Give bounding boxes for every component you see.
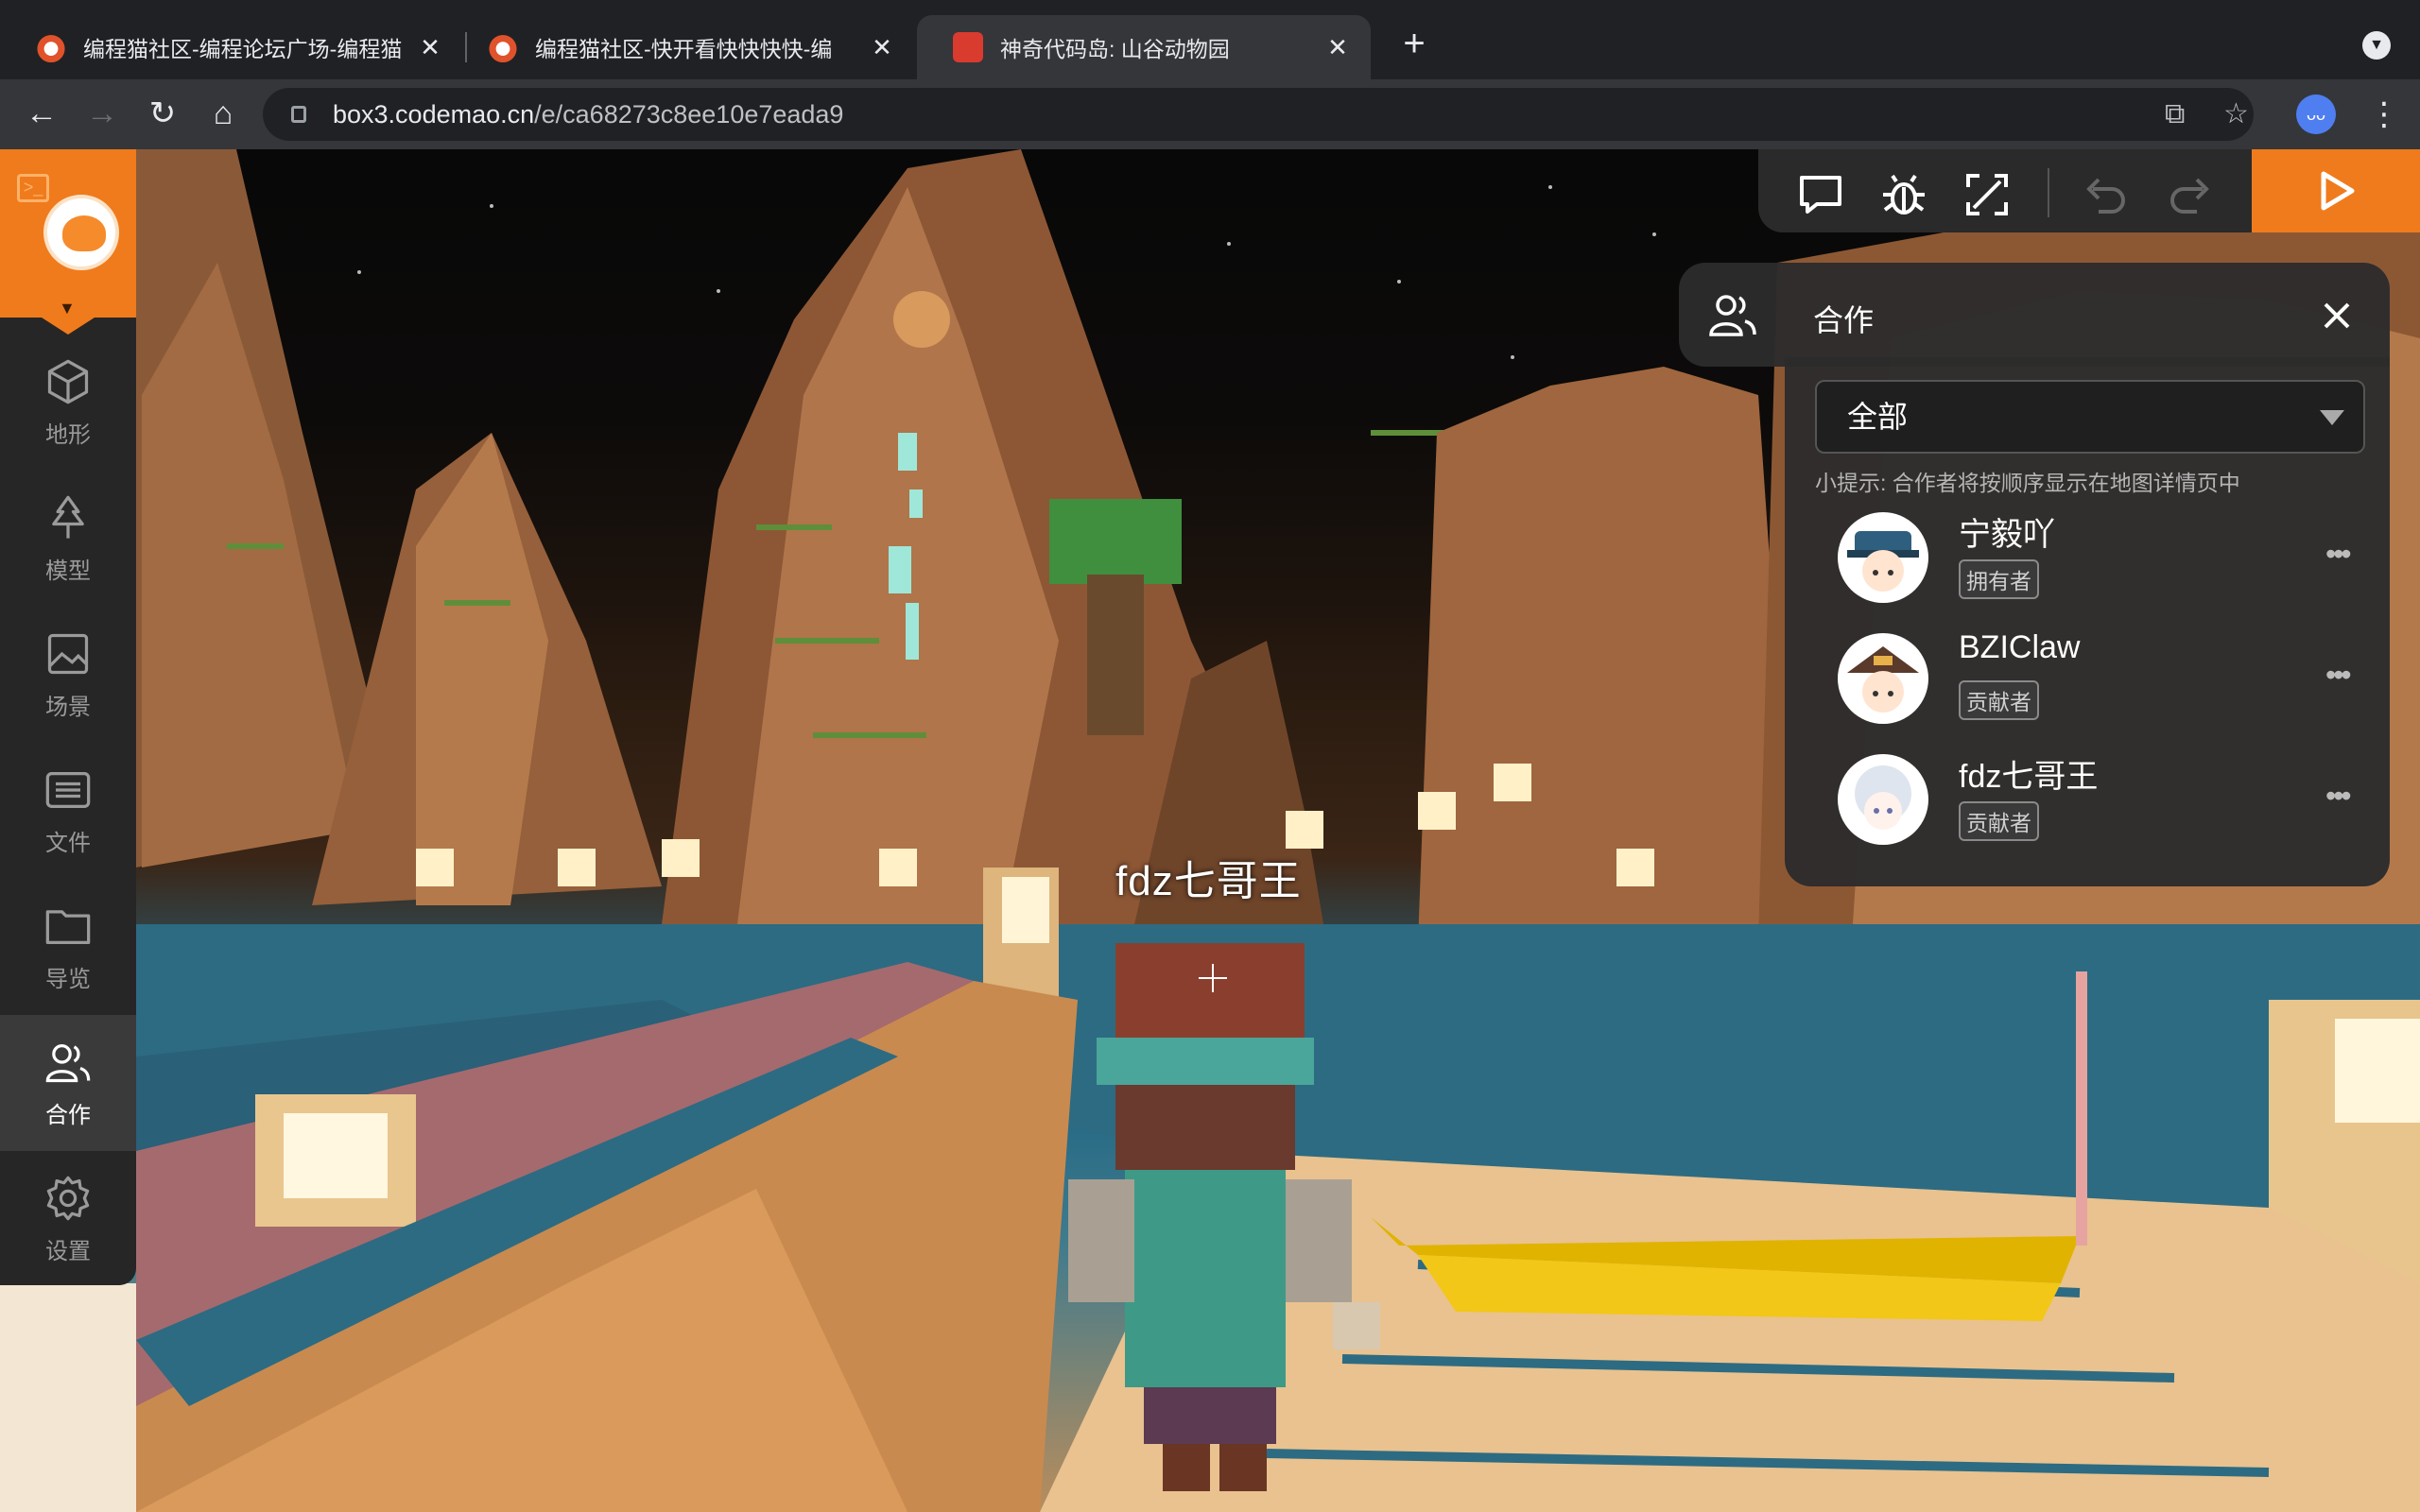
play-icon [2321,171,2355,211]
play-button[interactable] [2252,149,2420,232]
reload-icon[interactable]: ↻ [140,91,185,136]
more-options-icon[interactable]: ••• [2325,537,2352,572]
collaborator-role-badge: 贡献者 [1959,801,2039,841]
mountain-right [1418,367,1796,943]
player-nametag: fdz七哥王 [1115,858,1302,904]
collaborators-icon [45,1043,91,1082]
sidebar-item-scene[interactable]: 场景 [0,607,136,743]
toolbar-divider [2048,168,2049,217]
collaborator-item[interactable]: 宁毅吖 拥有者 ••• [1838,508,2367,612]
collaborator-name: 宁毅吖 [1959,517,2055,553]
browser-tab-2[interactable]: 编程猫社区-快开看快快快快-编 ✕ [452,15,915,79]
sidebar-item-terrain[interactable]: 地形 [0,335,136,471]
close-icon[interactable] [2318,297,2356,335]
close-tab-icon[interactable]: ✕ [868,33,896,62]
codemao-cat-icon [36,32,66,62]
left-sidebar: >_ ▼ 地形 模型 场景 文件 导览 合作 设置 [0,149,136,1285]
bookmark-star-icon[interactable]: ☆ [2223,98,2249,130]
fullscreen-icon[interactable] [1961,168,2014,221]
sidebar-item-models[interactable]: 模型 [0,471,136,607]
sidebar-item-files[interactable]: 文件 [0,743,136,879]
lock-icon [291,106,306,123]
collaborator-name: fdz七哥王 [1959,759,2099,795]
tree-house [1049,499,1182,584]
profile-avatar[interactable]: ᴗᴗ [2296,94,2336,134]
chat-icon[interactable] [1794,168,1847,221]
gear-icon [46,1176,90,1220]
image-icon [47,633,89,674]
collab-hint: 小提示: 合作者将按顺序显示在地图详情页中 [1815,471,2240,495]
forward-icon[interactable]: → [79,91,125,136]
more-options-icon[interactable]: ••• [2325,779,2352,814]
tree-icon [52,495,84,539]
browser-menu-icon[interactable]: ⋮ [2368,93,2400,136]
open-external-icon[interactable]: ⧉ [2165,98,2185,130]
collab-panel: 全部 小提示: 合作者将按顺序显示在地图详情页中 宁毅吖 拥有者 ••• BZI… [1785,357,2390,886]
new-tab-button[interactable]: + [1395,25,1433,62]
collaborator-role-badge: 拥有者 [1959,559,2039,599]
sidebar-item-label: 文件 [45,830,91,856]
browser-tab-1[interactable]: 编程猫社区-编程论坛广场-编程猫 ✕ [0,15,463,79]
caret-down-icon [2320,410,2344,425]
home-icon[interactable]: ⌂ [200,91,246,136]
crosshair [1199,964,1227,992]
sidebar-item-settings[interactable]: 设置 [0,1151,136,1287]
avatar [1838,512,1928,603]
collaborators-icon [1709,295,1756,336]
collab-panel-title: 合作 [1813,303,1875,337]
tab-title: 编程猫社区-编程论坛广场-编程猫 [83,37,403,61]
file-icon [45,771,91,808]
editor-toolbar [1758,149,2420,232]
close-tab-icon[interactable]: ✕ [416,33,444,62]
cube-icon [47,359,89,404]
avatar [1838,633,1928,724]
collaborator-item[interactable]: BZIClaw 贡献者 ••• [1838,629,2367,733]
tab-title: 编程猫社区-快开看快快快快-编 [535,37,833,61]
url-path: /e/ca68273c8ee10e7eada9 [534,99,844,129]
logo-area[interactable]: >_ ▼ [0,149,136,335]
sidebar-item-label: 导览 [45,966,91,992]
address-bar[interactable]: box3.codemao.cn/e/ca68273c8ee10e7eada9 [263,88,2254,141]
browser-tab-3-active[interactable]: 神奇代码岛: 山谷动物园 ✕ [917,15,1371,79]
bug-icon[interactable] [1877,168,1930,221]
sidebar-item-guide[interactable]: 导览 [0,879,136,1015]
browser-tab-bar: 编程猫社区-编程论坛广场-编程猫 ✕ 编程猫社区-快开看快快快快-编 ✕ 神奇代… [0,0,2420,79]
codemao-cat-icon [488,32,518,62]
close-tab-icon[interactable]: ✕ [1323,33,1352,62]
collaborator-role-badge: 贡献者 [1959,680,2039,720]
sidebar-item-collaboration[interactable]: 合作 [0,1015,136,1151]
collaborator-name: BZIClaw [1959,629,2081,665]
collaborator-filter-select[interactable]: 全部 [1815,380,2365,454]
tab-title: 神奇代码岛: 山谷动物园 [1000,37,1230,61]
back-icon[interactable]: ← [19,91,64,136]
filter-selected-value: 全部 [1847,400,1909,434]
collaborator-item[interactable]: fdz七哥王 贡献者 ••• [1838,750,2367,854]
sidebar-item-label: 设置 [45,1238,91,1264]
code-panel-icon[interactable]: >_ [17,174,49,202]
url-host: box3.codemao.cn [333,99,535,129]
redo-icon[interactable] [2163,168,2216,221]
sidebar-item-label: 模型 [45,558,91,584]
folder-icon [45,909,91,944]
box3-logo[interactable] [43,195,119,270]
more-options-icon[interactable]: ••• [2325,658,2352,693]
browser-toolbar: ← → ↻ ⌂ box3.codemao.cn/e/ca68273c8ee10e… [0,79,2420,149]
collab-panel-header: 合作 [1679,263,2390,367]
box3-island-icon [953,32,983,62]
undo-icon[interactable] [2080,168,2133,221]
sidebar-item-label: 合作 [45,1102,91,1128]
sidebar-item-label: 地形 [45,421,91,448]
chevron-down-icon: ▼ [59,299,76,318]
tab-search-icon[interactable]: ▼ [2362,31,2391,60]
sidebar-item-label: 场景 [45,694,91,720]
avatar [1838,754,1928,845]
